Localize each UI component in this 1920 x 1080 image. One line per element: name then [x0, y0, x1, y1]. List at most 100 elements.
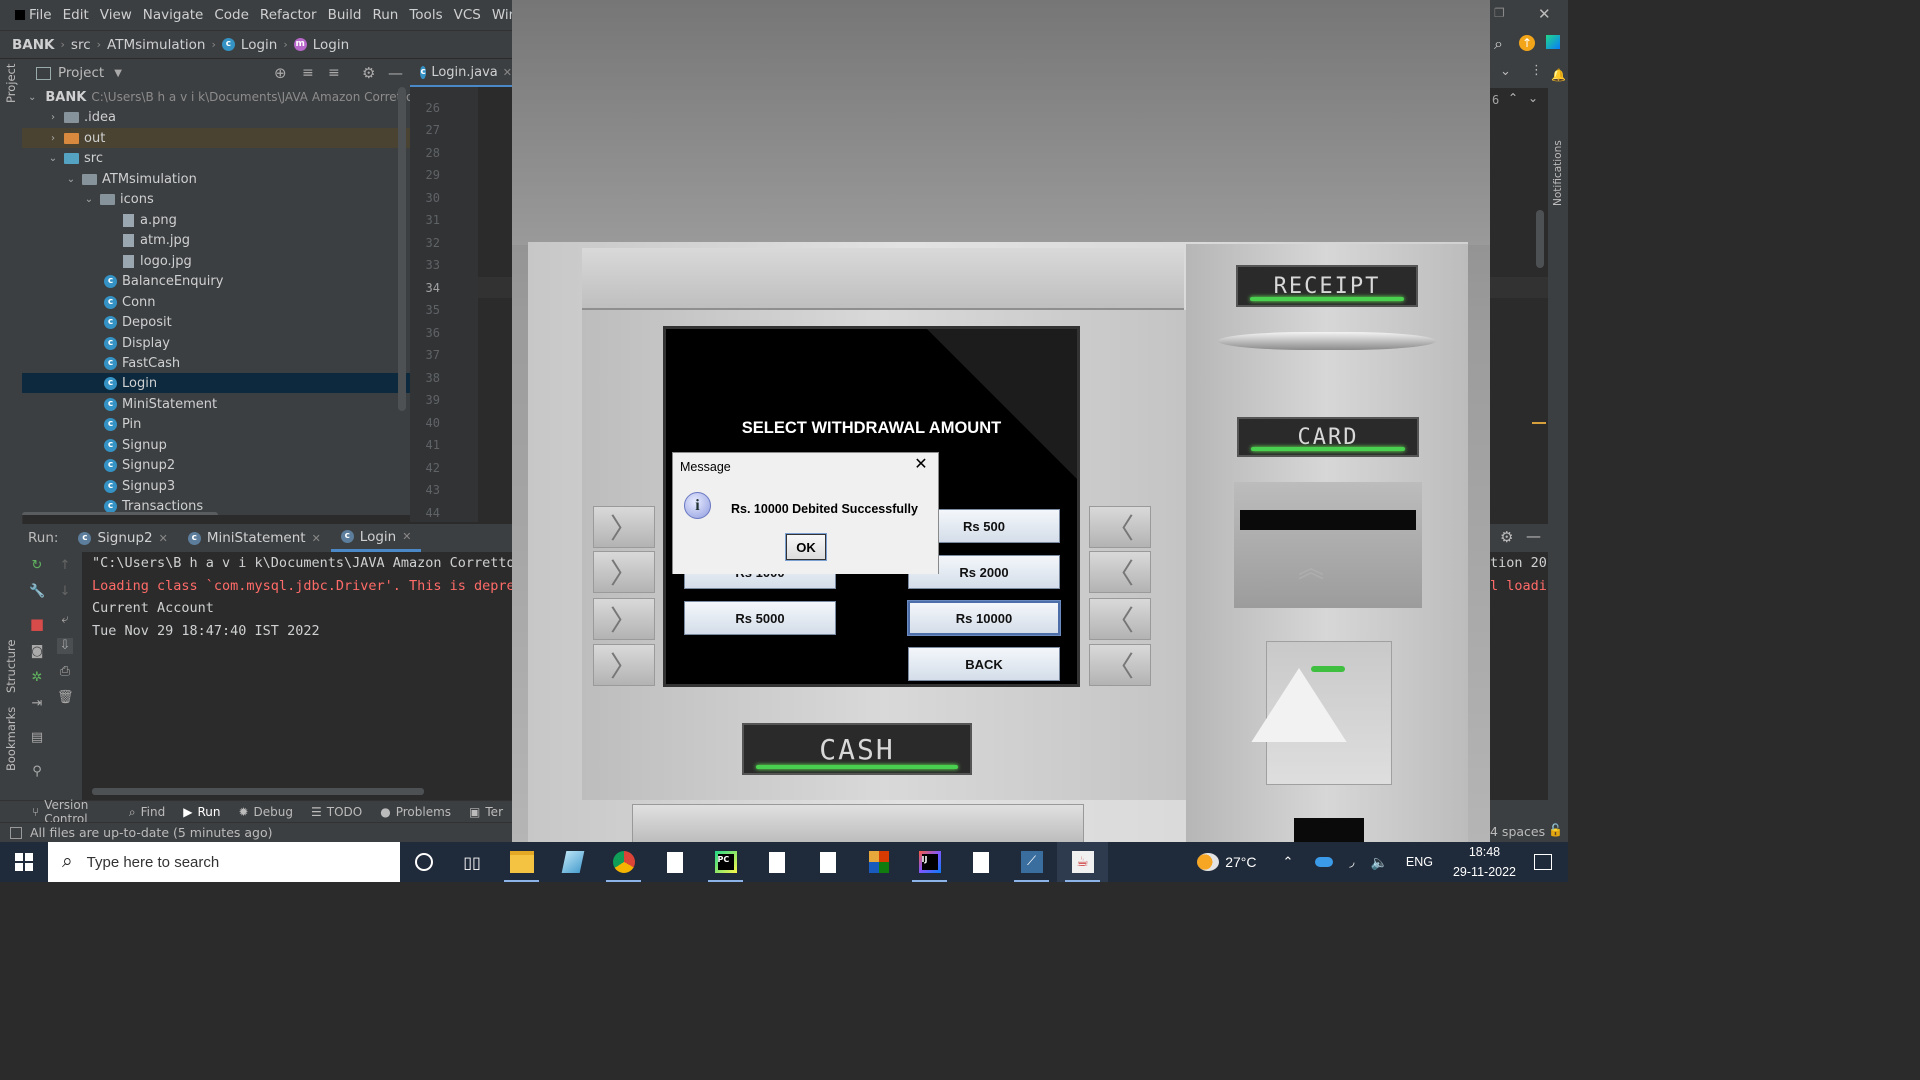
update-icon[interactable]: ↑ — [1519, 35, 1535, 51]
task-view-button[interactable]: ▯▯ — [448, 842, 496, 882]
exit-icon[interactable]: ⇥ — [29, 696, 45, 712]
trash-icon[interactable]: 🗑 — [57, 690, 74, 706]
left-side-key-4[interactable]: 〉 — [593, 644, 655, 686]
weather-temp[interactable]: 27°C — [1225, 854, 1256, 870]
chevron-down-icon[interactable]: ▼ — [114, 68, 122, 79]
ok-button[interactable]: OK — [785, 533, 827, 561]
debug-tab[interactable]: ✹ Debug — [229, 805, 302, 819]
start-button[interactable] — [0, 842, 48, 882]
gear-icon[interactable]: ⚙ — [362, 64, 375, 82]
clock[interactable]: 18:48 29-11-2022 — [1453, 842, 1516, 882]
chevron-right-icon[interactable]: › — [46, 133, 60, 144]
left-side-key-1[interactable]: 〉 — [593, 506, 655, 548]
tree-item-pin[interactable]: c Pin — [22, 414, 410, 434]
close-icon[interactable]: ✕ — [159, 532, 168, 545]
camera-icon[interactable]: ◙ — [29, 644, 45, 660]
chevron-down-icon[interactable]: ⌄ — [82, 194, 96, 205]
menu-file[interactable]: File — [24, 7, 58, 23]
right-side-key-2[interactable]: 〈 — [1089, 551, 1151, 593]
chrome-button[interactable] — [598, 842, 649, 882]
project-tool-button[interactable]: Project — [4, 64, 18, 103]
menu-refactor[interactable]: Refactor — [255, 7, 323, 23]
tree-item-out[interactable]: › out — [22, 128, 410, 148]
soft-wrap-icon[interactable]: ⤶ — [57, 612, 73, 628]
collapse-all-icon[interactable]: ≡ — [328, 65, 340, 81]
status-window-icon[interactable] — [10, 826, 22, 839]
breadcrumb-method[interactable]: Login — [313, 37, 349, 53]
file-button-4[interactable] — [955, 842, 1006, 882]
menu-vcs[interactable]: VCS — [449, 7, 487, 23]
tree-item-logo-jpg[interactable]: logo.jpg — [22, 251, 410, 271]
close-icon[interactable]: ✕ — [912, 456, 930, 474]
menu-build[interactable]: Build — [323, 7, 368, 23]
breadcrumb-project[interactable]: BANK — [12, 37, 55, 53]
hide-icon[interactable]: — — [1526, 527, 1541, 545]
close-icon[interactable]: ✕ — [1538, 5, 1551, 23]
chevron-down-icon[interactable]: ⌄ — [28, 92, 36, 103]
right-side-key-1[interactable]: 〈 — [1089, 506, 1151, 548]
debug-icon[interactable]: ✲ — [29, 670, 45, 686]
wrench-icon[interactable]: 🔧 — [29, 584, 45, 600]
withdraw-10000-button[interactable]: Rs 10000 — [907, 600, 1061, 636]
run-tab[interactable]: ▶ Run — [174, 805, 229, 819]
more-icon[interactable]: ⋮ — [1530, 63, 1543, 78]
cortana-button[interactable] — [400, 842, 448, 882]
menu-view[interactable]: View — [95, 7, 138, 23]
onedrive-icon[interactable] — [1315, 857, 1334, 867]
chevron-down-icon[interactable]: ⌄ — [64, 174, 78, 185]
notifications-tool-button[interactable]: Notifications — [1552, 140, 1564, 206]
terminal-tab[interactable]: ▣ Ter — [460, 805, 512, 819]
close-icon[interactable]: ✕ — [312, 532, 321, 545]
notification-center-icon[interactable] — [1534, 854, 1552, 870]
left-side-key-2[interactable]: 〉 — [593, 551, 655, 593]
tree-item-icons[interactable]: ⌄ icons — [22, 189, 410, 209]
volume-icon[interactable]: 🔈 — [1370, 854, 1387, 871]
chevron-down-icon[interactable]: ⌄ — [1500, 64, 1511, 79]
todo-tab[interactable]: ☰ TODO — [302, 805, 371, 819]
find-tab[interactable]: ⌕ Find — [120, 805, 174, 820]
structure-tool-button[interactable]: Structure — [4, 640, 18, 694]
hide-icon[interactable]: — — [388, 64, 403, 82]
console-scrollbar[interactable] — [92, 788, 424, 795]
file-button-2[interactable] — [751, 842, 802, 882]
run-tab-login[interactable]: c Login ✕ — [330, 524, 422, 552]
code-area[interactable] — [478, 87, 512, 522]
rerun-icon[interactable]: ↻ — [29, 558, 45, 574]
tab-login-java[interactable]: c Login.java ✕ — [410, 59, 512, 87]
weather-icon[interactable] — [1197, 853, 1220, 871]
file-button-3[interactable] — [802, 842, 853, 882]
menu-code[interactable]: Code — [209, 7, 255, 23]
file-button-1[interactable] — [649, 842, 700, 882]
menu-window[interactable]: Window — [487, 7, 512, 23]
right-side-key-4[interactable]: 〈 — [1089, 644, 1151, 686]
print-icon[interactable]: ⎙ — [57, 664, 73, 680]
up-icon[interactable]: ↑ — [57, 558, 73, 574]
close-icon[interactable]: ✕ — [503, 66, 512, 79]
intellij-button[interactable]: IJ — [904, 842, 955, 882]
language-indicator[interactable]: ENG — [1406, 855, 1433, 869]
stop-icon[interactable]: ■ — [29, 616, 45, 632]
tree-item-login[interactable]: c Login — [22, 373, 410, 393]
java-app-button[interactable]: ☕ — [1057, 842, 1108, 882]
pin-icon[interactable]: ⚲ — [29, 764, 45, 780]
down-icon[interactable]: ↓ — [57, 584, 73, 600]
menu-run[interactable]: Run — [367, 7, 404, 23]
expand-all-icon[interactable]: ≡ — [302, 65, 314, 81]
run-tab-signup2[interactable]: c Signup2 ✕ — [68, 524, 177, 552]
tree-item-signup3[interactable]: c Signup3 — [22, 476, 410, 496]
bookmarks-tool-button[interactable]: Bookmarks — [4, 707, 18, 771]
tree-item-idea[interactable]: › .idea — [22, 107, 410, 127]
project-panel-title[interactable]: Project — [58, 65, 104, 81]
chevron-up-icon[interactable]: ⌃ — [1283, 854, 1294, 870]
left-side-key-3[interactable]: 〉 — [593, 598, 655, 640]
breadcrumb-package[interactable]: ATMsimulation — [107, 37, 205, 53]
chevron-up-icon[interactable]: ⌃ — [1508, 91, 1518, 105]
close-icon[interactable]: ✕ — [402, 530, 411, 543]
menu-edit[interactable]: Edit — [58, 7, 95, 23]
toolbox-icon[interactable] — [1546, 35, 1560, 49]
tree-item-conn[interactable]: c Conn — [22, 292, 410, 312]
menu-tools[interactable]: Tools — [404, 7, 448, 23]
chevron-down-icon[interactable]: ⌄ — [1528, 91, 1538, 105]
breadcrumb-class[interactable]: Login — [241, 37, 277, 53]
layout-icon[interactable]: ▤ — [29, 730, 45, 746]
